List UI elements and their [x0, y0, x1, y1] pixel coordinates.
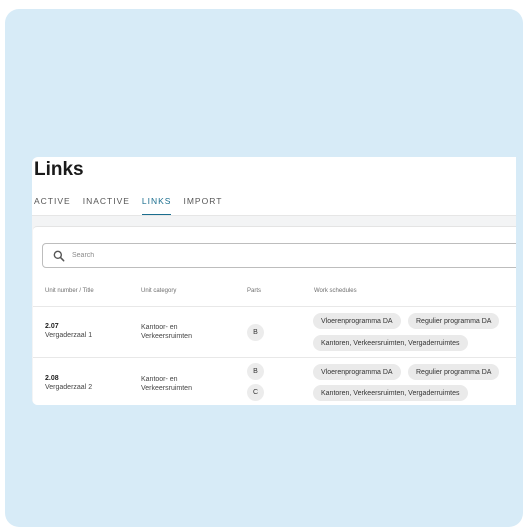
unit-number: 2.08 [45, 375, 59, 382]
tab-active[interactable]: ACTIVE [34, 196, 77, 216]
page-title: Links [34, 159, 84, 180]
links-panel: Unit number / Title Unit category Parts … [33, 226, 516, 405]
column-header-category[interactable]: Unit category [141, 288, 176, 294]
header-divider [33, 306, 516, 307]
tab-links[interactable]: LINKS [141, 196, 178, 216]
column-header-unit[interactable]: Unit number / Title [45, 288, 94, 294]
schedule-chip[interactable]: Kantoren, Verkeersruimten, Vergaderruimt… [313, 335, 468, 351]
column-header-parts[interactable]: Parts [247, 288, 261, 294]
unit-title: Vergaderzaal 2 [45, 384, 93, 391]
unit-category: Kantoor- en Verkeersruimten [141, 324, 192, 340]
schedule-chip[interactable]: Regulier programma DA [408, 313, 500, 329]
schedule-chip[interactable]: Vloerenprogramma DA [313, 313, 401, 329]
part-badge[interactable]: B [247, 363, 264, 380]
unit-category: Kantoor- en Verkeersruimten [141, 376, 192, 392]
tab-bar: ACTIVE INACTIVE LINKS IMPORT [34, 196, 234, 216]
schedule-chip[interactable]: Vloerenprogramma DA [313, 364, 401, 380]
column-header-schedules[interactable]: Work schedules [314, 288, 357, 294]
search-box[interactable] [42, 243, 516, 268]
schedule-chip[interactable]: Regulier programma DA [408, 364, 500, 380]
tab-import[interactable]: IMPORT [183, 196, 228, 216]
unit-title: Vergaderzaal 1 [45, 332, 93, 339]
part-badge[interactable]: C [247, 384, 264, 401]
unit-number: 2.07 [45, 323, 59, 330]
schedule-chip[interactable]: Kantoren, Verkeersruimten, Vergaderruimt… [313, 385, 468, 401]
links-card: Links ACTIVE INACTIVE LINKS IMPORT Unit … [32, 157, 516, 405]
search-input[interactable] [72, 252, 372, 259]
background-frame: Links ACTIVE INACTIVE LINKS IMPORT Unit … [5, 9, 523, 527]
part-badge[interactable]: B [247, 324, 264, 341]
row-divider [33, 357, 516, 358]
search-icon [53, 250, 65, 261]
tab-inactive[interactable]: INACTIVE [83, 196, 136, 216]
